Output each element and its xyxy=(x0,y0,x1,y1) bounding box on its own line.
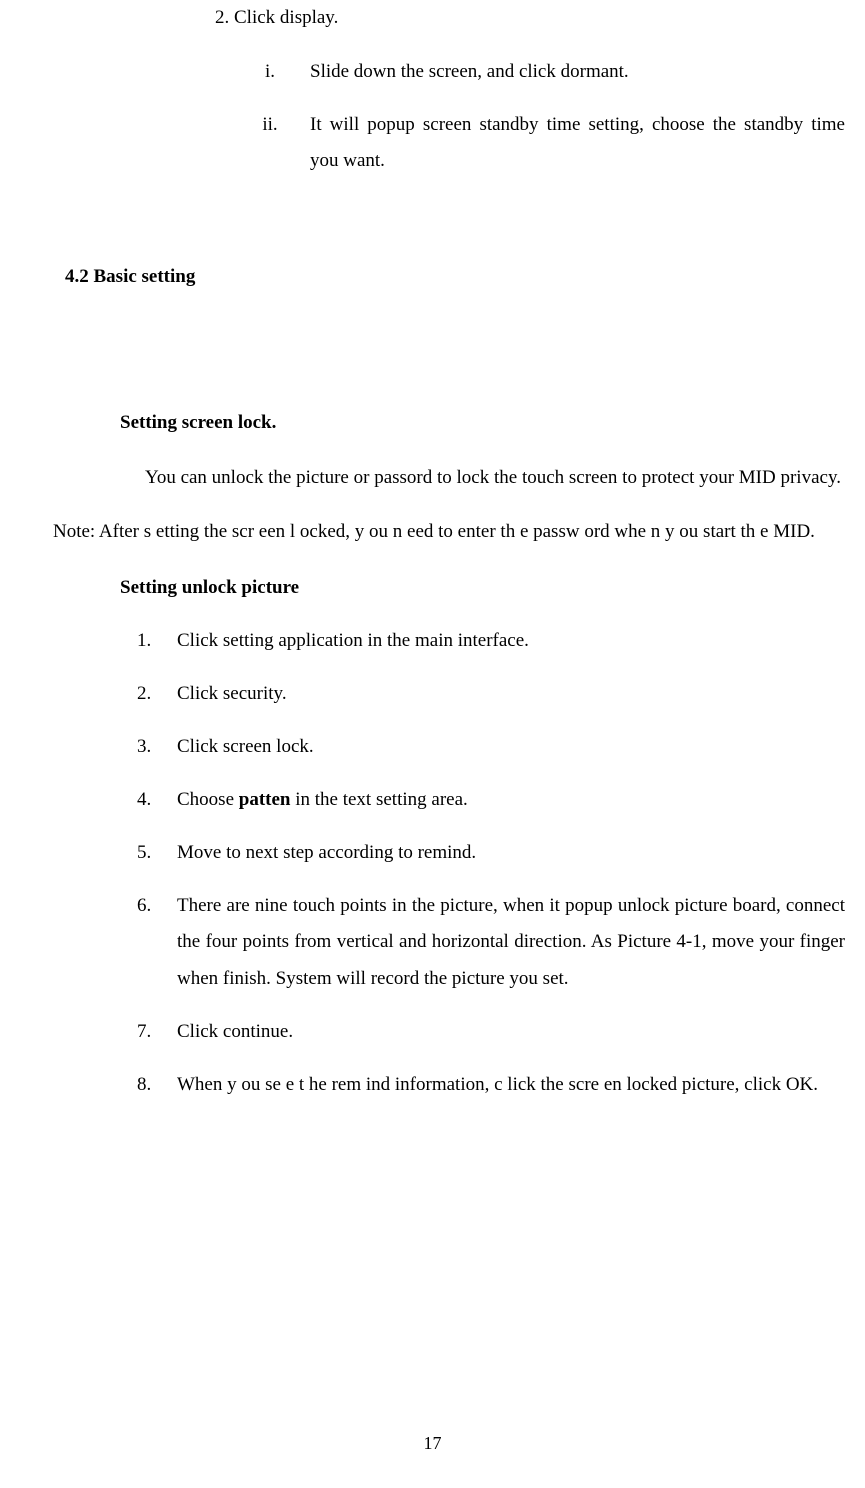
list-marker: 8. xyxy=(137,1067,177,1103)
intro-text: You can unlock the picture or passord to… xyxy=(15,460,850,496)
list-body: Choose patten in the text setting area. xyxy=(177,782,850,818)
item4-suffix: in the text setting area. xyxy=(290,789,467,810)
list-marker: 3. xyxy=(137,729,177,765)
list-body: There are nine touch points in the pictu… xyxy=(177,888,850,996)
roman-body: It will popup screen standby time settin… xyxy=(310,107,850,179)
list-item: 5. Move to next step according to remind… xyxy=(137,835,850,871)
roman-marker: ii. xyxy=(230,107,310,179)
sub-heading-unlock: Setting unlock picture xyxy=(120,570,850,606)
document-page: 2. Click display. i. Slide down the scre… xyxy=(0,0,865,1480)
roman-item-ii: ii. It will popup screen standby time se… xyxy=(230,107,850,179)
list-body: Click setting application in the main in… xyxy=(177,623,850,659)
list-item: 7. Click continue. xyxy=(137,1014,850,1050)
list-body: When y ou se e t he rem ind information,… xyxy=(177,1067,850,1103)
sub-heading-screenlock: Setting screen lock. xyxy=(120,405,850,441)
list-body: Click screen lock. xyxy=(177,729,850,765)
item4-bold: patten xyxy=(239,789,291,810)
step-2-text: 2. Click display. xyxy=(215,0,850,36)
numbered-list: 1. Click setting application in the main… xyxy=(137,623,850,1103)
list-item: 8. When y ou se e t he rem ind informati… xyxy=(137,1067,850,1103)
note-paragraph: Note: After s etting the scr een l ocked… xyxy=(15,514,850,550)
list-marker: 4. xyxy=(137,782,177,818)
list-marker: 6. xyxy=(137,888,177,996)
roman-item-i: i. Slide down the screen, and click dorm… xyxy=(230,54,850,90)
list-body: Click continue. xyxy=(177,1014,850,1050)
list-marker: 1. xyxy=(137,623,177,659)
roman-marker: i. xyxy=(230,54,310,90)
list-marker: 5. xyxy=(137,835,177,871)
list-marker: 2. xyxy=(137,676,177,712)
list-item: 6. There are nine touch points in the pi… xyxy=(137,888,850,996)
list-body: Move to next step according to remind. xyxy=(177,835,850,871)
list-body: Click security. xyxy=(177,676,850,712)
intro-paragraph: You can unlock the picture or passord to… xyxy=(15,460,850,496)
item4-prefix: Choose xyxy=(177,789,239,810)
list-item: 3. Click screen lock. xyxy=(137,729,850,765)
list-item: 2. Click security. xyxy=(137,676,850,712)
section-heading-4-2: 4.2 Basic setting xyxy=(65,259,850,295)
page-number: 17 xyxy=(0,1426,865,1460)
list-item: 4. Choose patten in the text setting are… xyxy=(137,782,850,818)
list-item: 1. Click setting application in the main… xyxy=(137,623,850,659)
roman-body: Slide down the screen, and click dormant… xyxy=(310,54,850,90)
roman-sublist: i. Slide down the screen, and click dorm… xyxy=(230,54,850,179)
list-marker: 7. xyxy=(137,1014,177,1050)
